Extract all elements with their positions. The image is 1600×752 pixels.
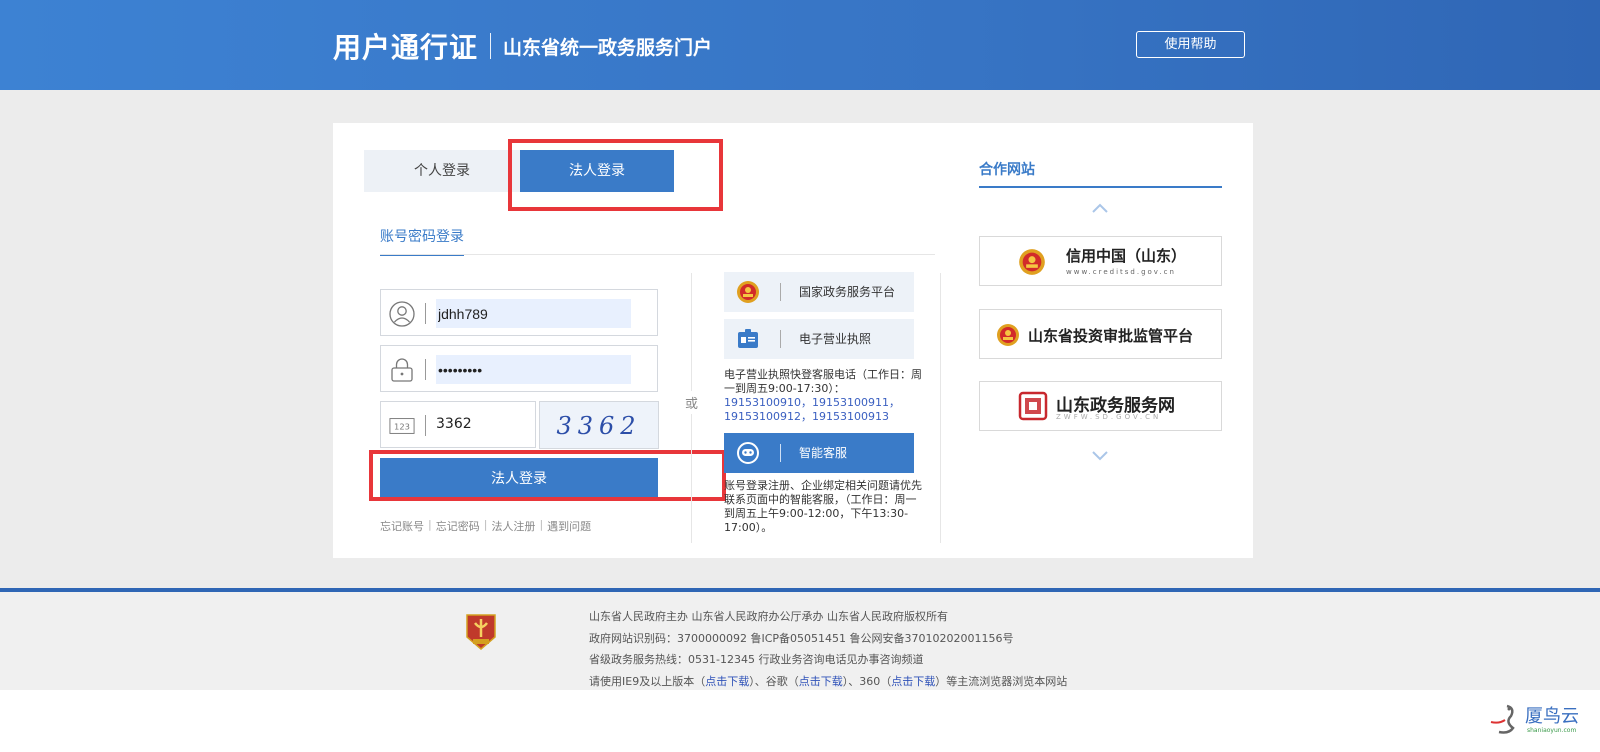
ie-download-link[interactable]: 点击下载 [705, 675, 749, 688]
brand-subtitle: 山东省统一政务服务门户 [503, 36, 713, 59]
footer-text-segment: 请使用IE9及以上版本（ [589, 674, 706, 688]
footer-line: 政府网站识别码：3700000092 鲁ICP备05051451 鲁公网安备37… [589, 631, 1014, 645]
brand-divider [490, 33, 492, 59]
divider [380, 254, 935, 255]
user-icon [389, 301, 415, 327]
brand: 用户通行证 山东省统一政务服务门户 [333, 26, 712, 66]
footer-text-segment: ）、360（ [842, 674, 892, 688]
partners-underline [979, 186, 1222, 188]
field-divider [425, 303, 426, 324]
gov-service-seal-icon [1018, 391, 1048, 421]
help-button[interactable]: 使用帮助 [1136, 31, 1245, 58]
national-emblem-icon [996, 323, 1020, 347]
password-field [380, 345, 658, 392]
link-separator: | [539, 518, 544, 531]
legal-register-link[interactable]: 法人注册 [491, 518, 535, 534]
vertical-divider [940, 273, 941, 543]
e-license-button[interactable]: 电子营业执照 [724, 319, 914, 359]
captcha-field: 123 3362 [380, 401, 536, 448]
partner-name: 信用中国（山东） [1066, 247, 1187, 265]
page-bottom [0, 690, 1600, 752]
partner-name: 山东省投资审批监管平台 [1028, 327, 1194, 345]
chrome-download-link[interactable]: 点击下载 [799, 675, 843, 688]
partner-investment-platform[interactable]: 山东省投资审批监管平台 [979, 309, 1222, 359]
forgot-account-link[interactable]: 忘记账号 [380, 518, 424, 534]
link-separator: | [483, 518, 488, 531]
smart-service-button[interactable]: 智能客服 [724, 433, 914, 473]
footer: 山东省人民政府主办 山东省人民政府办公厅承办 山东省人民政府版权所有 政府网站识… [0, 592, 1600, 690]
captcha-image[interactable]: 3362 [539, 401, 659, 449]
link-separator: | [428, 518, 432, 531]
smart-service-label: 智能客服 [799, 446, 848, 460]
partners-title: 合作网站 [979, 162, 1035, 178]
username-field [380, 289, 658, 336]
watermark-url: shaniaoyun.com [1527, 727, 1577, 734]
lock-icon [389, 357, 415, 383]
captcha-123-icon: 123 [389, 413, 415, 439]
smart-service-note: 账号登录注册、企业绑定相关问题请优先联系页面中的智能客服，（工作日：周一到周五上… [724, 479, 922, 534]
captcha-input[interactable]: 3362 [436, 416, 472, 432]
highlight-box-button [369, 450, 726, 501]
national-emblem-icon [736, 280, 760, 304]
svg-text:123: 123 [394, 422, 410, 432]
national-platform-button[interactable]: 国家政务服务平台 [724, 272, 914, 312]
highlight-box-tab [508, 139, 723, 211]
problem-link[interactable]: 遇到问题 [547, 518, 591, 534]
license-note-text: 电子营业执照快登客服电话（工作日：周一到周五9:00-17:30）： [724, 368, 922, 395]
tab-account-password[interactable]: 账号密码登录 [380, 226, 464, 256]
top-header: 用户通行证 山东省统一政务服务门户 使用帮助 [0, 0, 1600, 90]
username-input[interactable] [436, 299, 631, 328]
chevron-down-icon[interactable] [1090, 447, 1110, 461]
login-panel: 个人登录 法人登录 账号密码登录 123 3362 3362 法人登录 忘记账号… [333, 123, 1253, 558]
footer-line: 山东省人民政府主办 山东省人民政府办公厅承办 山东省人民政府版权所有 [589, 610, 948, 623]
footer-text-segment: ）等主流浏览器浏览本网站 [935, 674, 1068, 688]
divider [780, 283, 781, 301]
field-divider [425, 415, 426, 436]
partner-url: ZWFW.SD.GOV.CN [1056, 413, 1162, 421]
partner-creditsd[interactable]: 信用中国（山东） www.creditsd.gov.cn [979, 236, 1222, 286]
chevron-up-icon[interactable] [1090, 199, 1110, 213]
license-hotline-note: 电子营业执照快登客服电话（工作日：周一到周五9:00-17:30）： 19153… [724, 368, 924, 424]
password-input[interactable] [436, 355, 631, 384]
license-phones[interactable]: 19153100910，19153100911，19153100912，1915… [724, 396, 900, 423]
divider [780, 330, 781, 348]
chat-bot-icon [736, 441, 760, 465]
party-emblem-icon [465, 613, 497, 651]
e-license-label: 电子营业执照 [799, 332, 872, 346]
brand-title: 用户通行证 [333, 31, 479, 64]
divider [780, 444, 781, 462]
footer-text-segment: ）、谷歌（ [749, 674, 799, 688]
national-emblem-icon [1018, 248, 1046, 276]
forgot-password-link[interactable]: 忘记密码 [436, 518, 480, 534]
footer-line: 省级政务服务热线：0531-12345 行政业务咨询电话见办事咨询频道 [589, 653, 924, 666]
partner-shandong-gov-service[interactable]: 山东政务服务网 ZWFW.SD.GOV.CN [979, 381, 1222, 431]
tab-personal-login[interactable]: 个人登录 [364, 150, 520, 192]
or-label: 或 [685, 391, 699, 414]
360-download-link[interactable]: 点击下载 [891, 675, 935, 688]
footer-text: 山东省人民政府主办 山东省人民政府办公厅承办 山东省人民政府版权所有 政府网站识… [589, 606, 1067, 692]
footer-line: 请使用IE9及以上版本（点击下载）、谷歌（点击下载）、360（点击下载）等主流浏… [589, 671, 1067, 693]
field-divider [425, 359, 426, 380]
partner-url: www.creditsd.gov.cn [1066, 268, 1176, 276]
watermark-name: 厦鸟云 [1525, 706, 1579, 727]
help-links: 忘记账号 | 忘记密码 | 法人注册 | 遇到问题 [380, 518, 591, 534]
national-platform-label: 国家政务服务平台 [799, 285, 896, 299]
license-card-icon [736, 327, 760, 351]
